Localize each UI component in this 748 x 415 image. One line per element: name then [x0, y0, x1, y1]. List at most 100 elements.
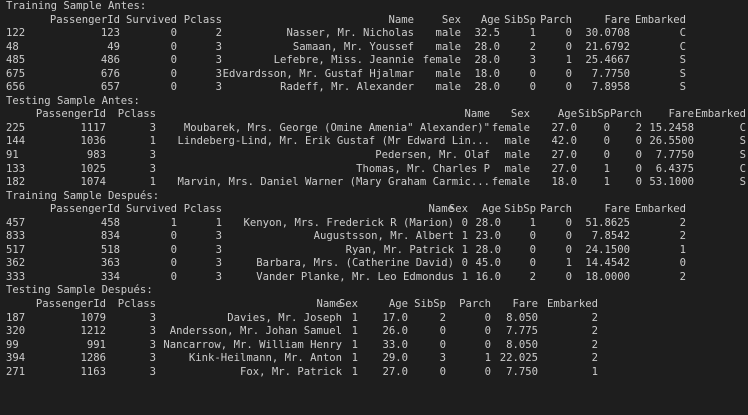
table-cell: 3: [529, 54, 536, 67]
table-cell: 1117: [80, 121, 106, 134]
column-header: Parch: [540, 13, 572, 26]
table-cell: 2: [529, 40, 536, 53]
table-row: 271 1163 3 Fox, Mr. Patrick 1 27.0 0 0 7.750 1: [6, 366, 748, 380]
table-cell: 1: [603, 162, 610, 175]
table-row: 187 1079 3 Davies, Mr. Joseph 1 17.0 2 0 8.050 2: [6, 312, 748, 326]
table-row: 122 123 0 2 Nasser, Mr. Nicholas male 32.5 1 0 30…: [6, 27, 748, 41]
column-header: Pclass: [183, 13, 222, 26]
table-cell: 1036: [80, 135, 106, 148]
table-cell: 53.1000: [649, 176, 694, 189]
row-index: 333: [6, 270, 26, 283]
table-cell: 1: [351, 365, 358, 378]
table-cell: 0: [170, 67, 177, 80]
table-cell: 834: [100, 230, 120, 243]
table-cell: 22.025: [499, 352, 538, 365]
table-cell: 0: [635, 176, 642, 189]
table-cell: Nancarrow, Mr. William Henry: [163, 338, 342, 351]
table-cell: Augustsson, Mr. Albert: [313, 230, 454, 243]
block-title: Testing Sample Antes:: [6, 94, 140, 107]
table-cell: Vander Planke, Mr. Leo Edmondus: [256, 270, 454, 283]
table-cell: 991: [86, 338, 106, 351]
table-cell: 3: [149, 311, 156, 324]
table-cell: 0: [565, 81, 572, 94]
table-cell: Barbara, Mrs. (Catherine David): [256, 257, 454, 270]
column-header: Fare: [604, 13, 630, 26]
column-header: Embarked: [546, 298, 598, 311]
table-cell: Andersson, Mr. Johan Samuel: [169, 325, 342, 338]
table-cell: 15.2458: [649, 121, 694, 134]
table-cell: 26.0: [382, 325, 408, 338]
table-cell: 363: [100, 257, 120, 270]
table-cell: 33.0: [382, 338, 408, 351]
column-header: Parch: [459, 298, 491, 311]
table-cell: C: [739, 162, 746, 175]
table-cell: 0: [484, 338, 491, 351]
row-index: 91: [6, 149, 19, 162]
column-header: Survived: [125, 203, 177, 216]
table-cell: 2: [215, 27, 222, 40]
table-cell: 0: [565, 27, 572, 40]
table-row: 225 1117 3 Moubarek, Mrs. George (Omine Ame…: [6, 122, 748, 136]
table-cell: Lindeberg-Lind, Mr. Erik Gustaf (Mr Edwa…: [177, 135, 490, 148]
column-header: Name: [388, 13, 414, 26]
table-cell: 0: [603, 149, 610, 162]
row-index: 122: [6, 27, 26, 40]
table-cell: Kenyon, Mrs. Frederick R (Marion): [243, 216, 454, 229]
table-cell: Nasser, Mr. Nicholas: [286, 27, 414, 40]
table-row: 485 486 0 3 Lefebre, Miss. Jeannie female 28.0…: [6, 54, 748, 68]
table-cell: 7.7750: [655, 149, 694, 162]
table-cell: 3: [215, 257, 222, 270]
row-index: 656: [6, 81, 26, 94]
table-row: 320 1212 3 Andersson, Mr. Johan Samuel 1 26.0…: [6, 325, 748, 339]
table-cell: 1: [461, 230, 468, 243]
table-cell: 0: [170, 270, 177, 283]
table-cell: 28.0: [475, 243, 501, 256]
column-header: SibSp: [414, 298, 446, 311]
table-cell: 7.7750: [591, 67, 630, 80]
table-cell: Radeff, Mr. Alexander: [280, 81, 414, 94]
table-cell: 0: [529, 67, 536, 80]
table-cell: 1: [603, 176, 610, 189]
table-cell: 0: [170, 40, 177, 53]
table-row: 99 991 3 Nancarrow, Mr. William Henry 1 33.0 0…: [6, 339, 748, 353]
table-cell: 0: [170, 243, 177, 256]
table-cell: 1: [529, 27, 536, 40]
table-cell: 1: [565, 257, 572, 270]
table-cell: 3: [215, 67, 222, 80]
column-header: Sex: [448, 203, 468, 216]
table-cell: 0: [565, 40, 572, 53]
table-cell: S: [679, 54, 686, 67]
output-block: Testing Sample Antes: PassengerId Pclass Na…: [6, 95, 748, 190]
column-header: Survived: [125, 13, 177, 26]
table-cell: 1: [565, 54, 572, 67]
table-cell: 16.0: [475, 270, 501, 283]
table-cell: 8.050: [506, 338, 538, 351]
column-header: Pclass: [117, 298, 156, 311]
table-cell: 3: [149, 149, 156, 162]
column-header: SibSp: [504, 203, 536, 216]
table-cell: 18.0000: [585, 270, 630, 283]
table-cell: male: [504, 135, 530, 148]
table-cell: 0: [635, 135, 642, 148]
table-cell: 0: [603, 121, 610, 134]
table-cell: 0: [635, 149, 642, 162]
table-cell: 27.0: [551, 149, 577, 162]
table-cell: male: [435, 27, 461, 40]
column-header: PassengerId: [35, 298, 106, 311]
column-header: Parch: [540, 203, 572, 216]
table-cell: 27.0: [551, 162, 577, 175]
table-cell: 0: [170, 27, 177, 40]
table-cell: 1212: [80, 325, 106, 338]
table-cell: 2: [635, 121, 642, 134]
column-header: Embarked: [634, 203, 686, 216]
table-cell: S: [679, 67, 686, 80]
table-cell: 0: [170, 230, 177, 243]
table-header: PassengerId Pclass Name Sex Age SibSp Parch Far…: [6, 298, 748, 312]
table-cell: 0: [565, 270, 572, 283]
table-cell: 7.750: [506, 365, 538, 378]
output-block: Training Sample Después: PassengerId Survi…: [6, 190, 748, 285]
table-cell: 3: [215, 243, 222, 256]
table-cell: 1: [461, 270, 468, 283]
table-cell: Ryan, Mr. Patrick: [345, 243, 454, 256]
table-cell: 28.0: [474, 81, 500, 94]
